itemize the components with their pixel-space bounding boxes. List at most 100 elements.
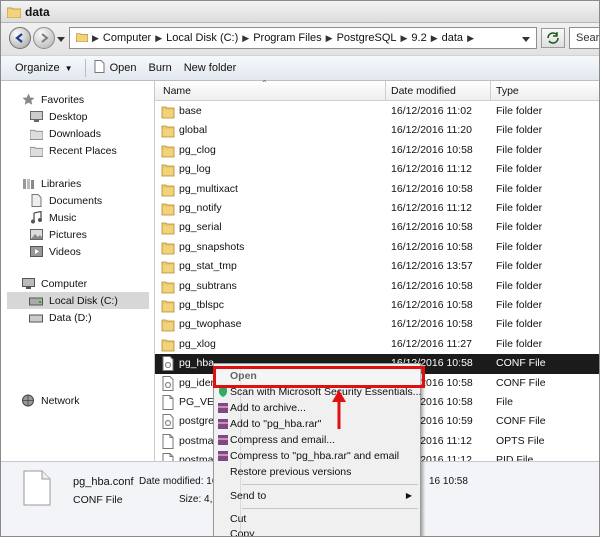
menu-item-send-to[interactable]: Send to ▶: [216, 489, 418, 504]
new-folder-button[interactable]: New folder: [184, 62, 237, 74]
file-row[interactable]: pg_twophase 16/12/2016 10:58 File folder: [155, 315, 599, 334]
nav-label: Local Disk (C:): [49, 294, 118, 307]
menu-item-cut[interactable]: Cut: [216, 512, 418, 527]
nav-recent-places[interactable]: Recent Places: [29, 142, 117, 159]
archive-icon: [218, 451, 228, 461]
file-name: pg_iden: [179, 376, 217, 389]
file-row[interactable]: pg_xlog 16/12/2016 11:27 File folder: [155, 335, 599, 354]
details-size: Size: 4,: [179, 494, 213, 505]
menu-item-compress-email[interactable]: Compress and email...: [216, 433, 418, 448]
file-type: File folder: [496, 260, 543, 273]
open-button[interactable]: Open: [94, 60, 136, 76]
nav-desktop[interactable]: Desktop: [29, 108, 88, 125]
file-row[interactable]: pg_subtrans 16/12/2016 10:58 File folder: [155, 277, 599, 296]
file-row[interactable]: global 16/12/2016 11:20 File folder: [155, 121, 599, 140]
file-icon: [161, 433, 175, 449]
refresh-button[interactable]: [541, 28, 565, 48]
breadcrumb-separator[interactable]: ▶: [326, 33, 333, 44]
file-type: File folder: [496, 124, 543, 137]
file-type: File folder: [496, 105, 543, 117]
nav-local-disk[interactable]: Local Disk (C:): [7, 292, 149, 309]
file-row[interactable]: pg_multixact 16/12/2016 10:58 File folder: [155, 180, 599, 199]
breadcrumb-separator[interactable]: ▶: [431, 33, 438, 44]
nav-label: Pictures: [49, 228, 87, 241]
breadcrumb-local-disk[interactable]: Local Disk (C:): [166, 32, 238, 44]
command-bar: Organize ▼ Open Burn New folder: [1, 55, 599, 81]
nav-data-disk[interactable]: Data (D:): [29, 309, 92, 326]
breadcrumb-data[interactable]: data: [442, 32, 463, 44]
back-arrow-icon: [15, 33, 23, 43]
column-header-type[interactable]: Type: [496, 85, 519, 97]
menu-label: Restore previous versions: [230, 466, 352, 478]
back-button[interactable]: [9, 27, 31, 49]
menu-item-restore-versions[interactable]: Restore previous versions: [216, 465, 418, 480]
menu-item-copy[interactable]: Copy: [216, 527, 418, 536]
folder-icon: [161, 240, 175, 255]
burn-button[interactable]: Burn: [148, 62, 171, 74]
nav-music[interactable]: Music: [29, 209, 76, 226]
file-type: File folder: [496, 299, 543, 311]
address-bar[interactable]: ▶ Computer ▶ Local Disk (C:) ▶ Program F…: [69, 27, 537, 49]
nav-label: Desktop: [49, 110, 88, 123]
file-row[interactable]: pg_clog 16/12/2016 10:58 File folder: [155, 141, 599, 160]
chevron-down-icon: ▼: [64, 63, 73, 73]
column-divider[interactable]: [385, 81, 386, 101]
file-row[interactable]: pg_tblspc 16/12/2016 10:58 File folder: [155, 296, 599, 315]
nav-favorites[interactable]: Favorites: [21, 91, 84, 108]
folder-small-icon: [75, 32, 89, 45]
file-row[interactable]: pg_serial 16/12/2016 10:58 File folder: [155, 218, 599, 237]
menu-item-add-rar[interactable]: Add to "pg_hba.rar": [216, 417, 418, 432]
breadcrumb-separator[interactable]: ▶: [401, 33, 408, 44]
file-row[interactable]: pg_stat_tmp 16/12/2016 13:57 File folder: [155, 257, 599, 276]
file-date-modified: 16/12/2016 11:12: [391, 202, 472, 214]
annotation-arrow-icon: [332, 390, 346, 429]
organize-button[interactable]: Organize ▼: [15, 62, 73, 74]
folder-icon: [161, 182, 175, 197]
nav-pictures[interactable]: Pictures: [29, 226, 87, 243]
star-icon: [21, 93, 35, 107]
network-icon: [21, 394, 35, 408]
pictures-icon: [29, 228, 43, 242]
breadcrumb-separator[interactable]: ▶: [242, 33, 249, 44]
nav-downloads[interactable]: Downloads: [29, 125, 101, 142]
breadcrumb-separator[interactable]: ▶: [92, 33, 99, 44]
search-input[interactable]: Sear: [569, 27, 599, 49]
explorer-window: data ▶ Computer ▶ Local Disk (C:) ▶ Prog…: [0, 0, 600, 537]
nav-videos[interactable]: Videos: [29, 243, 81, 260]
breadcrumb-program-files[interactable]: Program Files: [253, 32, 321, 44]
computer-icon: [21, 277, 35, 291]
toolbar-divider: [84, 59, 86, 77]
nav-network[interactable]: Network: [21, 392, 80, 409]
breadcrumb-computer[interactable]: Computer: [103, 32, 151, 44]
address-dropdown-icon[interactable]: [522, 34, 530, 46]
breadcrumb-version[interactable]: 9.2: [411, 32, 426, 44]
forward-button[interactable]: [33, 27, 55, 49]
file-row[interactable]: pg_log 16/12/2016 11:12 File folder: [155, 160, 599, 179]
file-row[interactable]: pg_snapshots 16/12/2016 10:58 File folder: [155, 238, 599, 257]
recent-pages-dropdown-icon[interactable]: [57, 34, 65, 46]
file-row[interactable]: pg_notify 16/12/2016 11:12 File folder: [155, 199, 599, 218]
nav-label: Music: [49, 211, 77, 224]
breadcrumb-postgresql[interactable]: PostgreSQL: [337, 32, 397, 44]
column-divider[interactable]: [490, 81, 491, 101]
file-row[interactable]: base 16/12/2016 11:02 File folder: [155, 102, 599, 121]
file-type: CONF File: [496, 415, 546, 428]
file-type: File folder: [496, 163, 543, 176]
nav-label: Recent Places: [49, 144, 117, 157]
menu-item-compress-rar-email[interactable]: Compress to "pg_hba.rar" and email: [216, 449, 418, 464]
folder-icon: [161, 220, 175, 235]
menu-item-add-archive[interactable]: Add to archive...: [216, 401, 418, 416]
column-header-name[interactable]: Name: [163, 85, 191, 97]
file-name: pg_tblspc: [179, 299, 224, 311]
nav-computer[interactable]: Computer: [21, 275, 87, 292]
breadcrumb-separator[interactable]: ▶: [155, 33, 162, 44]
nav-documents[interactable]: Documents: [29, 192, 102, 209]
navigation-pane: Favorites Desktop Downloads Recent Place…: [1, 81, 155, 461]
nav-libraries[interactable]: Libraries: [21, 175, 81, 192]
file-date-modified: 16/12/2016 10:58: [391, 279, 473, 292]
menu-separator: [242, 508, 418, 509]
folder-icon: [161, 162, 175, 177]
column-header-date[interactable]: Date modified: [391, 85, 456, 97]
breadcrumb-separator[interactable]: ▶: [467, 33, 474, 44]
hard-drive-icon: [29, 294, 43, 308]
